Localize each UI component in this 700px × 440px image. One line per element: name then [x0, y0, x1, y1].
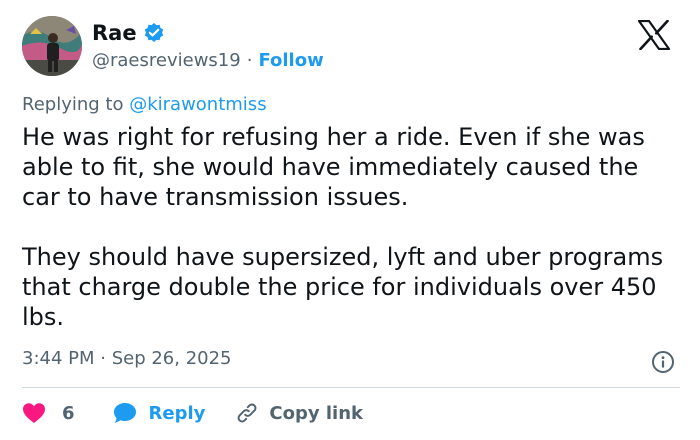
handle-row: @raesreviews19 · Follow — [92, 48, 324, 72]
x-logo-icon[interactable] — [637, 19, 671, 51]
info-icon[interactable] — [651, 350, 675, 374]
name-row: Rae — [92, 20, 165, 46]
action-bar: 6 Reply Copy link — [22, 400, 363, 426]
replying-to-label: Replying to — [22, 94, 124, 115]
reply-button[interactable]: Reply — [113, 402, 206, 424]
reply-bubble-icon — [113, 402, 137, 424]
heart-icon — [22, 402, 46, 424]
copy-link-label: Copy link — [269, 402, 363, 424]
tweet-timestamp[interactable]: 3:44 PM · Sep 26, 2025 — [22, 348, 232, 369]
like-count: 6 — [62, 402, 75, 424]
user-handle[interactable]: @raesreviews19 — [92, 50, 241, 71]
reply-mention-link[interactable]: @kirawontmiss — [129, 94, 266, 115]
like-button[interactable]: 6 — [22, 402, 75, 424]
tweet-paragraph: He was right for refusing her a ride. Ev… — [22, 123, 645, 211]
tweet-paragraph: They should have supersized, lyft and ub… — [22, 243, 664, 331]
replying-to: Replying to @kirawontmiss — [22, 94, 267, 115]
avatar[interactable] — [22, 16, 82, 76]
tweet-text: He was right for refusing her a ride. Ev… — [22, 122, 682, 332]
tweet-card: Rae @raesreviews19 · Follow Replying to … — [0, 0, 700, 440]
reply-label: Reply — [148, 402, 206, 424]
avatar-photo — [22, 16, 82, 76]
copy-link-button[interactable]: Copy link — [235, 401, 363, 425]
divider — [22, 387, 680, 388]
verified-badge-icon — [143, 22, 165, 44]
link-icon — [235, 401, 259, 425]
display-name[interactable]: Rae — [92, 21, 137, 45]
follow-button[interactable]: Follow — [258, 50, 323, 71]
separator-dot: · — [246, 49, 253, 71]
